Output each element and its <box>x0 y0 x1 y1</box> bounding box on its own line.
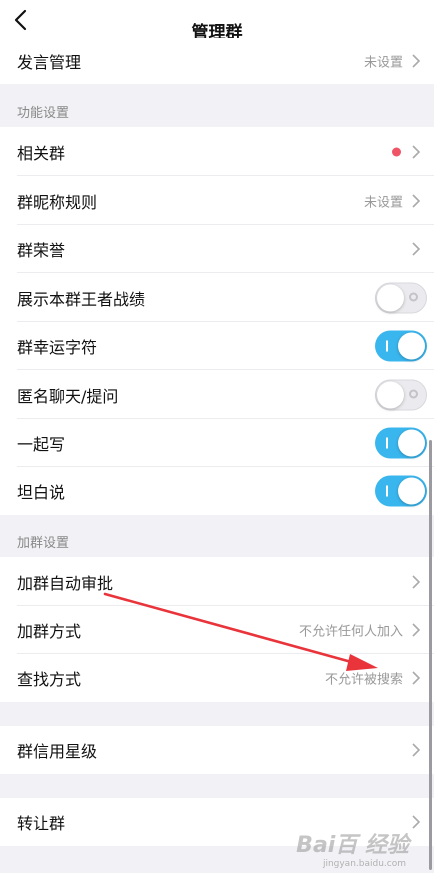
show-king-glory-row: 展示本群王者战绩 <box>0 273 434 322</box>
write-together-toggle[interactable] <box>375 427 427 459</box>
lucky-character-label: 群幸运字符 <box>17 338 98 357</box>
lucky-character-row: 群幸运字符 <box>0 322 434 370</box>
show-king-glory-toggle[interactable] <box>375 282 427 313</box>
chevron-right-icon <box>412 623 421 637</box>
anonymous-chat-label: 匿名聊天/提问 <box>17 386 119 406</box>
speak-management-label: 发言管理 <box>17 53 82 72</box>
watermark-url: jingyan.baidu.com <box>322 859 406 869</box>
chevron-right-icon <box>412 671 421 685</box>
red-dot-badge <box>392 147 401 156</box>
find-method-row[interactable]: 查找方式 不允许被搜索 <box>0 654 434 702</box>
join-method-label: 加群方式 <box>17 622 82 641</box>
chevron-right-icon <box>412 574 421 589</box>
transfer-group-label: 转让群 <box>17 814 66 833</box>
show-king-glory-label: 展示本群王者战绩 <box>17 289 146 309</box>
related-groups-row[interactable]: 相关群 <box>0 127 434 176</box>
watermark-logo: Bai百 经验 <box>296 833 409 858</box>
scrollbar[interactable] <box>429 440 432 870</box>
chevron-right-icon <box>412 193 421 208</box>
lucky-character-toggle[interactable] <box>375 330 427 362</box>
join-method-value: 不允许任何人加入 <box>298 624 403 640</box>
credit-level-label: 群信用星级 <box>17 742 98 761</box>
group-honor-label: 群荣誉 <box>17 241 66 260</box>
group-honor-row[interactable]: 群荣誉 <box>0 225 434 273</box>
be-honest-toggle[interactable] <box>375 475 427 507</box>
chevron-right-icon <box>412 743 421 757</box>
function-settings-header: 功能设置 <box>17 106 70 121</box>
navigation-bar: 管理群 <box>0 0 434 43</box>
find-method-value: 不允许被搜索 <box>324 672 403 688</box>
related-groups-label: 相关群 <box>17 143 66 163</box>
nickname-rules-value: 未设置 <box>363 195 403 210</box>
auto-approve-row[interactable]: 加群自动审批 <box>0 557 434 606</box>
join-method-row[interactable]: 加群方式 不允许任何人加入 <box>0 606 434 654</box>
anonymous-chat-toggle[interactable] <box>375 379 427 410</box>
chevron-right-icon <box>412 144 421 159</box>
join-settings-header: 加群设置 <box>17 536 70 551</box>
chevron-right-icon <box>412 54 421 68</box>
write-together-label: 一起写 <box>17 435 66 454</box>
chevron-right-icon <box>412 242 421 256</box>
find-method-label: 查找方式 <box>17 670 82 689</box>
nickname-rules-row[interactable]: 群昵称规则 未设置 <box>0 176 434 225</box>
be-honest-label: 坦白说 <box>17 483 66 502</box>
auto-approve-label: 加群自动审批 <box>17 573 114 593</box>
be-honest-row: 坦白说 <box>0 467 434 515</box>
chevron-right-icon <box>412 815 421 829</box>
nickname-rules-label: 群昵称规则 <box>17 192 98 212</box>
anonymous-chat-row: 匿名聊天/提问 <box>0 370 434 419</box>
speak-management-value: 未设置 <box>363 55 403 71</box>
credit-level-row[interactable]: 群信用星级 <box>0 726 434 774</box>
speak-management-row[interactable]: 发言管理 未设置 <box>0 38 434 84</box>
write-together-row: 一起写 <box>0 419 434 467</box>
